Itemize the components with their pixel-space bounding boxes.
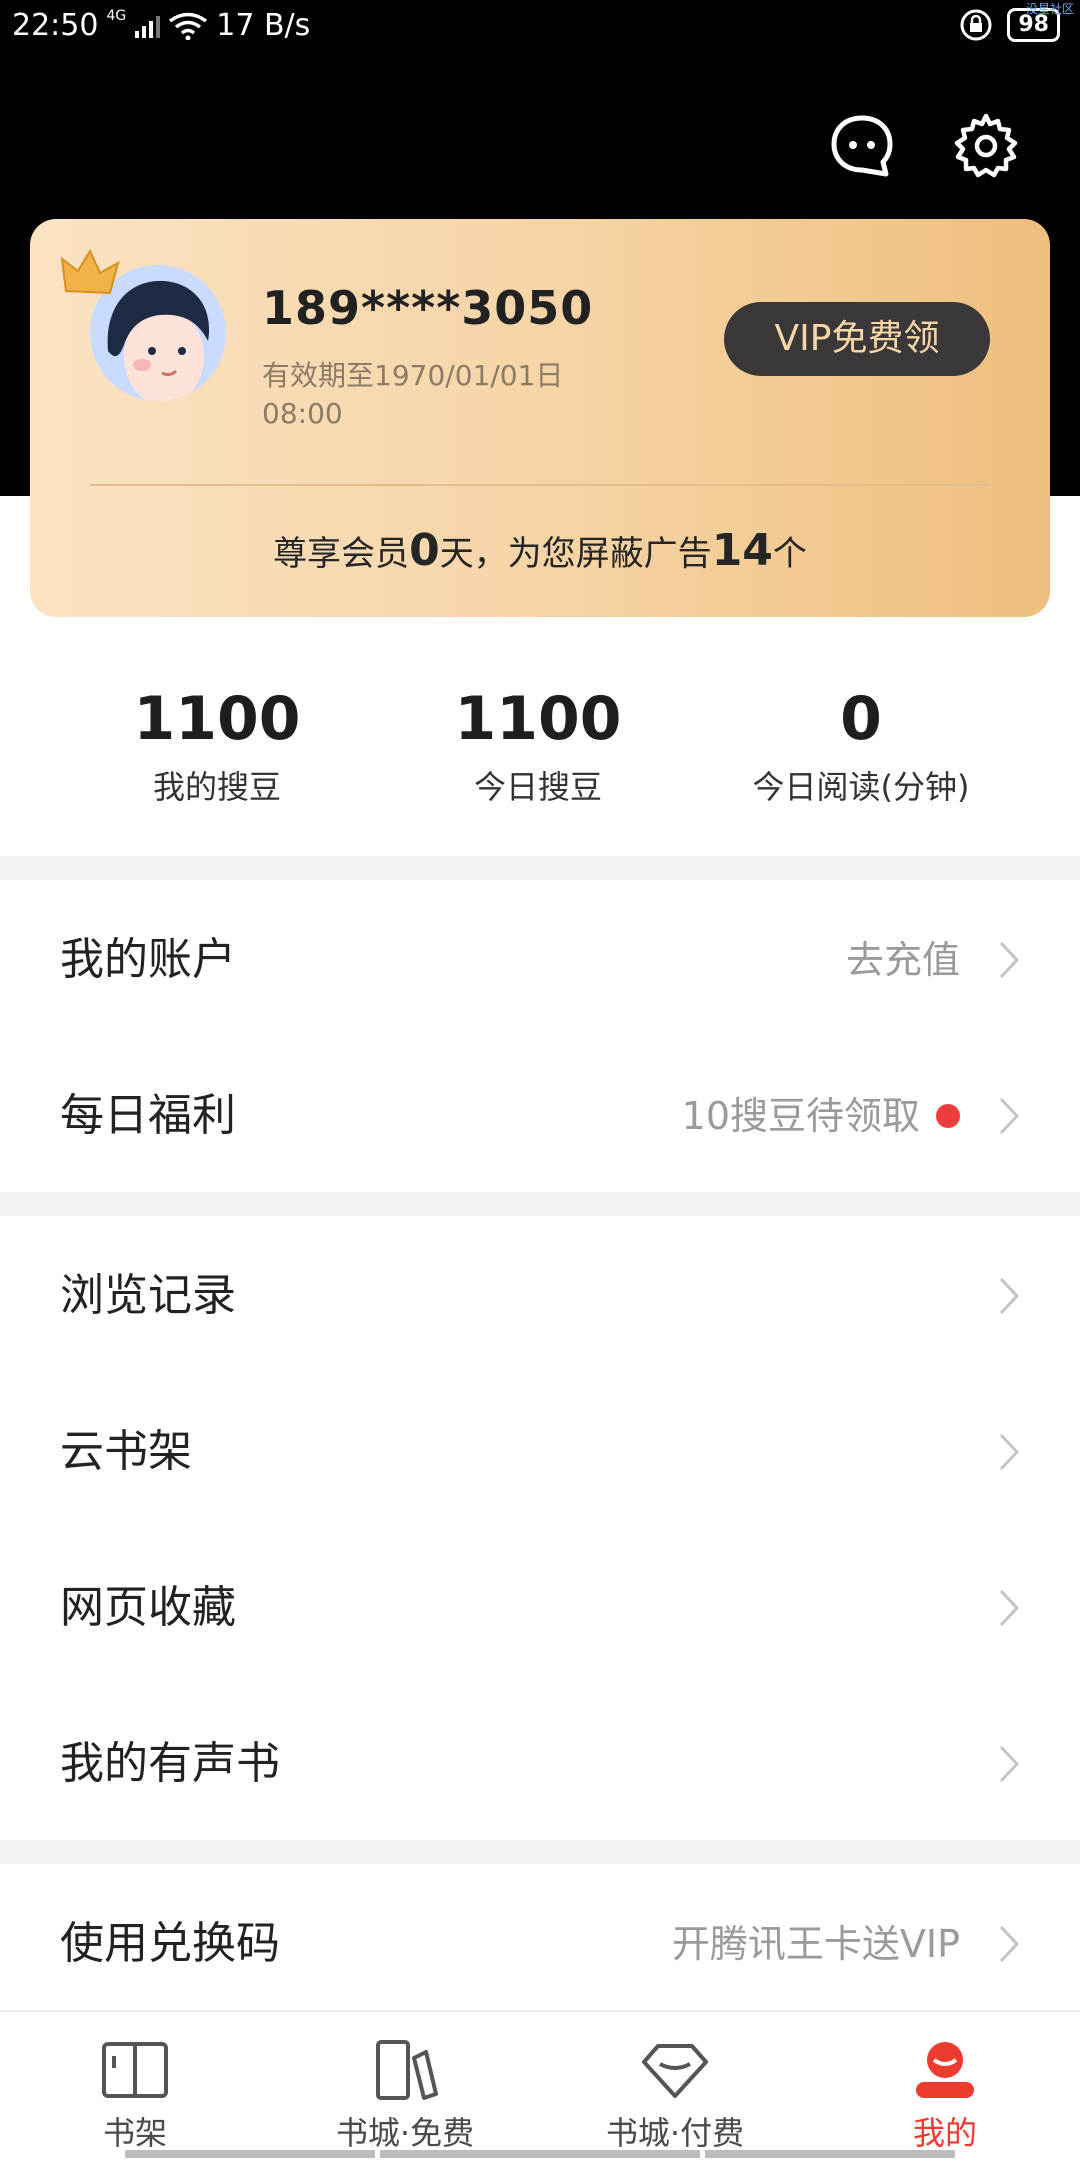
chevron-right-icon <box>999 1433 1020 1471</box>
row-label: 浏览记录 <box>60 1270 236 1321</box>
books-icon <box>376 2040 438 2100</box>
status-left: 22:50 4G 17 B/s <box>12 8 310 43</box>
menu-redeem-code[interactable]: 使用兑换码 开腾讯王卡送VIP <box>0 1866 1080 2022</box>
user-phone: 189****3050 <box>262 281 594 335</box>
menu-my-account[interactable]: 我的账户 去充值 <box>0 882 1080 1038</box>
signal-icon <box>135 15 161 38</box>
member-stats-middle: 天，为您屏蔽广告 <box>439 534 712 574</box>
row-label: 我的账户 <box>60 934 236 985</box>
settings-icon <box>954 113 1018 178</box>
menu-web-bookmarks[interactable]: 网页收藏 <box>0 1530 1080 1686</box>
counter-today-reading[interactable]: 0 今日阅读(分钟) <box>701 684 1021 808</box>
section-gap <box>0 1840 1080 1864</box>
chevron-right-icon <box>999 1925 1020 1963</box>
section-gap <box>0 1192 1080 1216</box>
wifi-icon <box>169 12 208 40</box>
profile-icon <box>916 2042 974 2098</box>
counter-label: 我的搜豆 <box>152 768 281 806</box>
counter-value: 0 <box>840 684 882 754</box>
chevron-right-icon <box>999 1589 1020 1627</box>
network-label: 4G <box>106 8 127 24</box>
tab-label: 书城·免费 <box>335 2114 475 2152</box>
tab-profile[interactable]: 我的 <box>810 2012 1080 2162</box>
settings-button[interactable] <box>952 112 1020 180</box>
member-stats-prefix: 尊享会员 <box>273 534 410 574</box>
chat-button[interactable] <box>828 112 896 180</box>
counter-label: 今日搜豆 <box>473 768 602 806</box>
counters: 1100 我的搜豆 1100 今日搜豆 0 今日阅读(分钟) <box>0 684 1080 824</box>
tab-label: 我的 <box>912 2114 977 2152</box>
row-label: 每日福利 <box>60 1090 236 1141</box>
network-speed: 17 B/s <box>216 8 311 43</box>
menu-cloud-bookshelf[interactable]: 云书架 <box>0 1374 1080 1530</box>
row-label: 网页收藏 <box>60 1582 236 1633</box>
chevron-right-icon <box>999 941 1020 979</box>
member-stats-suffix: 个 <box>772 534 807 574</box>
member-stats: 尊享会员0天，为您屏蔽广告14个 <box>30 525 1050 576</box>
recharge-link: 去充值 <box>845 938 960 982</box>
status-bar: 22:50 4G 17 B/s 98 没星社区 <box>0 0 1080 56</box>
card-divider <box>90 484 990 486</box>
daily-benefit-text: 10搜豆待领取 <box>681 1094 920 1138</box>
notification-dot <box>936 1103 960 1128</box>
gesture-bar <box>125 2150 955 2158</box>
counter-label: 今日阅读(分钟) <box>752 768 970 806</box>
tab-store-paid[interactable]: 书城·付费 <box>540 2012 810 2162</box>
counter-value: 1100 <box>454 684 622 754</box>
row-label: 云书架 <box>60 1426 192 1477</box>
menu-my-audiobooks[interactable]: 我的有声书 <box>0 1686 1080 1842</box>
row-label: 使用兑换码 <box>60 1918 280 1969</box>
chevron-right-icon <box>999 1277 1020 1315</box>
redeem-promo-text: 开腾讯王卡送VIP <box>671 1922 960 1966</box>
bottom-tab-bar: 书架 书城·免费 书城·付费 我的 <box>0 2010 1080 2162</box>
status-time: 22:50 <box>12 8 99 43</box>
menu-browse-history[interactable]: 浏览记录 <box>0 1218 1080 1374</box>
section-gap <box>0 856 1080 880</box>
vip-expiry: 有效期至1970/01/01日 08:00 <box>262 359 564 430</box>
diamond-icon <box>642 2044 708 2098</box>
tab-label: 书城·付费 <box>605 2114 745 2152</box>
chevron-right-icon <box>999 1097 1020 1135</box>
row-label: 我的有声书 <box>60 1738 280 1789</box>
member-days: 0 <box>409 525 440 576</box>
watermark-text: 没星社区 <box>1025 2 1074 16</box>
menu-daily-benefit[interactable]: 每日福利 10搜豆待领取 <box>0 1038 1080 1194</box>
daily-benefit-status: 10搜豆待领取 <box>682 1038 960 1194</box>
chevron-right-icon <box>999 1745 1020 1783</box>
crown-icon <box>60 248 120 295</box>
vip-free-button[interactable]: VIP免费领 <box>724 302 990 376</box>
counter-value: 1100 <box>133 684 301 754</box>
book-icon <box>102 2042 168 2098</box>
ads-blocked-count: 14 <box>711 525 773 576</box>
tab-bookshelf[interactable]: 书架 <box>0 2012 270 2162</box>
lock-rotation-icon <box>960 9 992 41</box>
chat-icon <box>831 115 893 177</box>
tab-store-free[interactable]: 书城·免费 <box>270 2012 540 2162</box>
counter-today-beans[interactable]: 1100 今日搜豆 <box>378 684 698 808</box>
vip-card: 189****3050 有效期至1970/01/01日 08:00 VIP免费领… <box>30 219 1050 617</box>
tab-label: 书架 <box>102 2114 167 2152</box>
counter-my-beans[interactable]: 1100 我的搜豆 <box>57 684 377 808</box>
